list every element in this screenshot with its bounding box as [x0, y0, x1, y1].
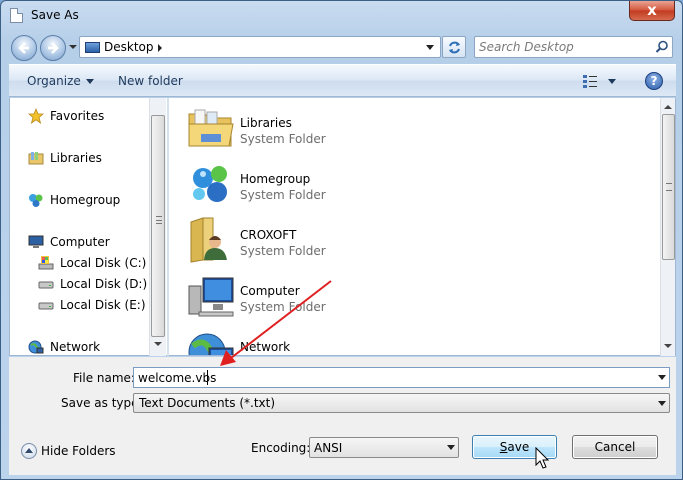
computer-icon [188, 277, 234, 317]
list-item[interactable]: Computer System Folder [187, 268, 487, 318]
nav-item-label: Libraries [50, 151, 102, 165]
change-view-icon[interactable] [582, 73, 598, 89]
organize-menu[interactable]: Organize [27, 74, 94, 88]
network-icon [28, 340, 44, 354]
command-bar: Organize New folder ? [9, 64, 676, 97]
save-type-label: Save as type: [61, 396, 143, 410]
nav-item-label: Local Disk (E:) [60, 298, 146, 312]
libraries-folder-icon [188, 109, 234, 147]
save-as-dialog: Save As x Desktop Organize New folder [0, 0, 683, 480]
breadcrumb-chevron-icon[interactable] [158, 44, 162, 52]
file-name-input[interactable] [138, 370, 643, 385]
hide-folders-button[interactable]: Hide Folders [21, 442, 131, 462]
cancel-button[interactable]: Cancel [572, 435, 658, 459]
nav-item-label: Network [50, 340, 101, 354]
nav-item-label: Local Disk (D:) [60, 277, 148, 291]
homegroup-icon [29, 194, 43, 207]
scroll-down-icon[interactable] [154, 342, 162, 346]
drive-icon [38, 302, 54, 310]
network-icon [188, 333, 234, 355]
list-item[interactable]: Homegroup System Folder [187, 156, 487, 206]
save-options-panel: File name: Save as type: Text Documents … [9, 357, 676, 475]
search-icon[interactable] [655, 40, 669, 54]
star-icon [28, 108, 44, 124]
text-cursor [207, 370, 208, 385]
collapse-up-icon [21, 443, 37, 459]
chevron-down-icon [658, 401, 666, 406]
nav-item-label: Homegroup [50, 193, 121, 207]
drive-c-icon [38, 256, 54, 270]
new-folder-button[interactable]: New folder [118, 74, 183, 88]
help-button[interactable]: ? [645, 72, 663, 90]
drive-icon [38, 281, 54, 289]
close-button[interactable]: x [629, 1, 675, 21]
window-title: Save As [31, 8, 79, 22]
address-bar[interactable]: Desktop [79, 36, 441, 58]
scroll-down-icon[interactable] [664, 344, 672, 348]
chevron-down-icon[interactable] [658, 375, 666, 380]
arrow-left-icon [18, 42, 29, 54]
back-button[interactable] [11, 35, 37, 61]
user-folder-icon [190, 217, 227, 263]
grip-icon [156, 216, 162, 224]
encoding-value: ANSI [314, 441, 343, 455]
nav-pane-scrollbar[interactable] [149, 98, 166, 356]
file-name: Homegroup [240, 172, 311, 186]
document-icon [10, 8, 23, 23]
encoding-select[interactable]: ANSI [309, 437, 459, 458]
forward-button[interactable] [40, 35, 66, 61]
view-options-chevron-icon[interactable] [608, 79, 616, 84]
address-dropdown-icon[interactable] [426, 45, 434, 50]
hide-folders-label: Hide Folders [41, 444, 116, 458]
chevron-down-icon [447, 445, 455, 450]
file-name: Libraries [240, 116, 292, 130]
libraries-icon [28, 152, 44, 165]
file-name: Network [240, 340, 291, 354]
file-type: System Folder [240, 188, 326, 202]
recent-pages-chevron-icon[interactable] [69, 45, 77, 49]
desktop-icon [85, 42, 100, 53]
file-name-combobox[interactable] [133, 367, 670, 388]
scrollbar-thumb[interactable] [151, 115, 165, 337]
title-bar: Save As x [1, 1, 682, 31]
organize-label: Organize [27, 74, 81, 88]
file-type: System Folder [240, 132, 326, 146]
save-button[interactable]: Save [472, 435, 557, 459]
arrow-right-icon [48, 42, 59, 54]
search-box[interactable] [474, 36, 673, 58]
save-type-value: Text Documents (*.txt) [139, 396, 276, 410]
file-type: System Folder [240, 300, 326, 314]
save-label-rest: ave [507, 440, 530, 454]
navigation-pane: Favorites Libraries Homegroup Computer L… [9, 98, 167, 356]
list-item[interactable]: Network [187, 324, 487, 355]
file-name: Computer [240, 284, 300, 298]
file-list: Libraries System Folder Homegroup System… [169, 98, 660, 356]
grip-icon [666, 183, 672, 191]
scroll-up-icon[interactable] [664, 105, 672, 109]
scrollbar-thumb[interactable] [662, 114, 675, 260]
computer-icon [28, 235, 44, 248]
nav-item-label: Local Disk (C:) [60, 256, 147, 270]
chevron-down-icon [85, 79, 94, 84]
list-item[interactable]: CROXOFT System Folder [187, 212, 487, 263]
file-list-scrollbar[interactable] [660, 98, 676, 356]
encoding-label: Encoding: [251, 441, 311, 455]
file-type: System Folder [240, 244, 326, 258]
save-type-select[interactable]: Text Documents (*.txt) [133, 393, 670, 413]
nav-item-label: Computer [50, 235, 110, 249]
file-name-label: File name: [73, 371, 135, 385]
search-input[interactable] [479, 39, 649, 55]
list-item[interactable]: Libraries System Folder [187, 100, 487, 150]
nav-item-label: Favorites [50, 109, 105, 123]
refresh-icon [449, 41, 460, 54]
file-name: CROXOFT [240, 228, 297, 242]
homegroup-icon [193, 166, 227, 202]
refresh-button[interactable] [442, 36, 466, 58]
breadcrumb-desktop[interactable]: Desktop [104, 40, 154, 54]
